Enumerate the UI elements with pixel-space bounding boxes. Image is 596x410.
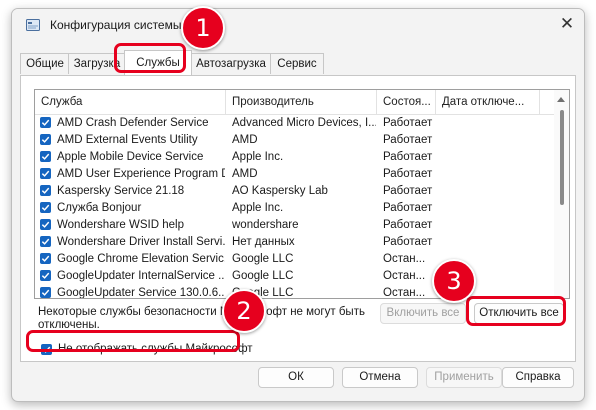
service-row[interactable]: Kaspersky Service 21.18 AO Kaspersky Lab Р… bbox=[35, 183, 552, 200]
service-name: Wondershare WSID help bbox=[57, 219, 184, 231]
service-status: Работает bbox=[383, 236, 433, 248]
service-checkbox[interactable] bbox=[40, 219, 51, 230]
service-checkbox[interactable] bbox=[40, 117, 51, 128]
title-bar: Конфигурация системы ✕ bbox=[12, 9, 584, 41]
service-checkbox[interactable] bbox=[40, 270, 51, 281]
service-status: Работает bbox=[383, 134, 433, 146]
service-row[interactable]: AMD External Events Utility AMD Работает bbox=[35, 132, 552, 149]
apply-button[interactable]: Применить bbox=[426, 367, 502, 388]
column-header-service[interactable]: Служба bbox=[35, 90, 226, 114]
highlight-disable-all-button bbox=[466, 296, 566, 326]
service-name: Apple Mobile Device Service bbox=[57, 151, 204, 163]
tab-tools[interactable]: Сервис bbox=[270, 53, 324, 74]
service-name: AMD External Events Utility bbox=[57, 134, 198, 146]
microsoft-services-note: Некоторые службы безопасности Майкрософт… bbox=[38, 306, 374, 332]
column-header-disabled-date[interactable]: Дата отключе... bbox=[436, 90, 540, 114]
service-row[interactable]: Wondershare WSID help wondershare Работает bbox=[35, 217, 552, 234]
enable-all-button[interactable]: Включить все bbox=[380, 303, 466, 324]
vertical-scrollbar[interactable] bbox=[554, 90, 569, 298]
service-checkbox[interactable] bbox=[40, 134, 51, 145]
tab-startup[interactable]: Автозагрузка bbox=[190, 53, 272, 74]
service-vendor: Apple Inc. bbox=[232, 202, 284, 214]
service-name: GoogleUpdater Service 130.0.6... bbox=[57, 287, 225, 299]
service-checkbox[interactable] bbox=[40, 202, 51, 213]
service-row[interactable]: Wondershare Driver Install Servi... Нет д… bbox=[35, 234, 552, 251]
cancel-button[interactable]: Отмена bbox=[342, 367, 418, 388]
ok-button[interactable]: ОК bbox=[258, 367, 334, 388]
service-checkbox[interactable] bbox=[40, 287, 51, 298]
service-vendor: AO Kaspersky Lab bbox=[232, 185, 328, 197]
service-status: Остан... bbox=[383, 287, 426, 299]
service-checkbox[interactable] bbox=[40, 151, 51, 162]
column-header-vendor[interactable]: Производитель bbox=[226, 90, 377, 114]
tab-general[interactable]: Общие bbox=[20, 53, 70, 74]
help-button[interactable]: Справка bbox=[502, 367, 574, 388]
close-button[interactable]: ✕ bbox=[556, 13, 578, 35]
service-vendor: AMD bbox=[232, 168, 258, 180]
service-name: AMD User Experience Program D... bbox=[57, 168, 225, 180]
service-status: Остан... bbox=[383, 270, 426, 282]
service-row[interactable]: Google Chrome Elevation Servic... Google … bbox=[35, 251, 552, 268]
service-vendor: Нет данных bbox=[232, 236, 295, 248]
service-name: Google Chrome Elevation Servic... bbox=[57, 253, 225, 265]
service-name: Wondershare Driver Install Servi... bbox=[57, 236, 225, 248]
service-name: Служба Bonjour bbox=[57, 202, 142, 214]
service-checkbox[interactable] bbox=[40, 185, 51, 196]
service-status: Остан... bbox=[383, 253, 426, 265]
services-list[interactable]: Служба Производитель Состоя... Дата откл… bbox=[34, 89, 570, 299]
services-list-header: Служба Производитель Состоя... Дата откл… bbox=[35, 90, 569, 115]
service-row[interactable]: AMD Crash Defender Service Advanced Micro… bbox=[35, 115, 552, 132]
scrollbar-thumb[interactable] bbox=[560, 110, 564, 205]
service-status: Работает bbox=[383, 185, 433, 197]
service-status: Работает bbox=[383, 168, 433, 180]
highlight-hide-ms-checkbox bbox=[26, 330, 240, 352]
service-vendor: wondershare bbox=[232, 219, 299, 231]
scroll-up-arrow-icon[interactable] bbox=[557, 97, 565, 102]
service-name: GoogleUpdater InternalService ... bbox=[57, 270, 225, 282]
service-status: Работает bbox=[383, 219, 433, 231]
service-vendor: Advanced Micro Devices, I... bbox=[232, 117, 376, 129]
service-checkbox[interactable] bbox=[40, 253, 51, 264]
service-row[interactable]: AMD User Experience Program D... AMD Работ… bbox=[35, 166, 552, 183]
service-name: AMD Crash Defender Service bbox=[57, 117, 209, 129]
step-badge-2: 2 bbox=[222, 289, 266, 333]
service-checkbox[interactable] bbox=[40, 236, 51, 247]
service-vendor: AMD bbox=[232, 134, 258, 146]
service-status: Работает bbox=[383, 202, 433, 214]
highlight-services-tab bbox=[114, 43, 186, 73]
service-checkbox[interactable] bbox=[40, 168, 51, 179]
service-row[interactable]: Служба Bonjour Apple Inc. Работает bbox=[35, 200, 552, 217]
column-header-status[interactable]: Состоя... bbox=[377, 90, 436, 114]
service-vendor: Google LLC bbox=[232, 270, 294, 282]
service-name: Kaspersky Service 21.18 bbox=[57, 185, 185, 197]
note-line-1: Некоторые службы безопасности Майкрософт… bbox=[38, 306, 365, 318]
msconfig-app-icon bbox=[26, 19, 40, 31]
service-vendor: Google LLC bbox=[232, 253, 294, 265]
step-badge-1: 1 bbox=[181, 6, 225, 50]
service-status: Работает bbox=[383, 151, 433, 163]
service-row[interactable]: Apple Mobile Device Service Apple Inc. Раб… bbox=[35, 149, 552, 166]
window-title: Конфигурация системы bbox=[50, 18, 182, 32]
step-badge-3: 3 bbox=[432, 259, 476, 303]
services-list-body: AMD Crash Defender Service Advanced Micro… bbox=[35, 115, 552, 299]
service-vendor: Apple Inc. bbox=[232, 151, 284, 163]
service-status: Работает bbox=[383, 117, 433, 129]
